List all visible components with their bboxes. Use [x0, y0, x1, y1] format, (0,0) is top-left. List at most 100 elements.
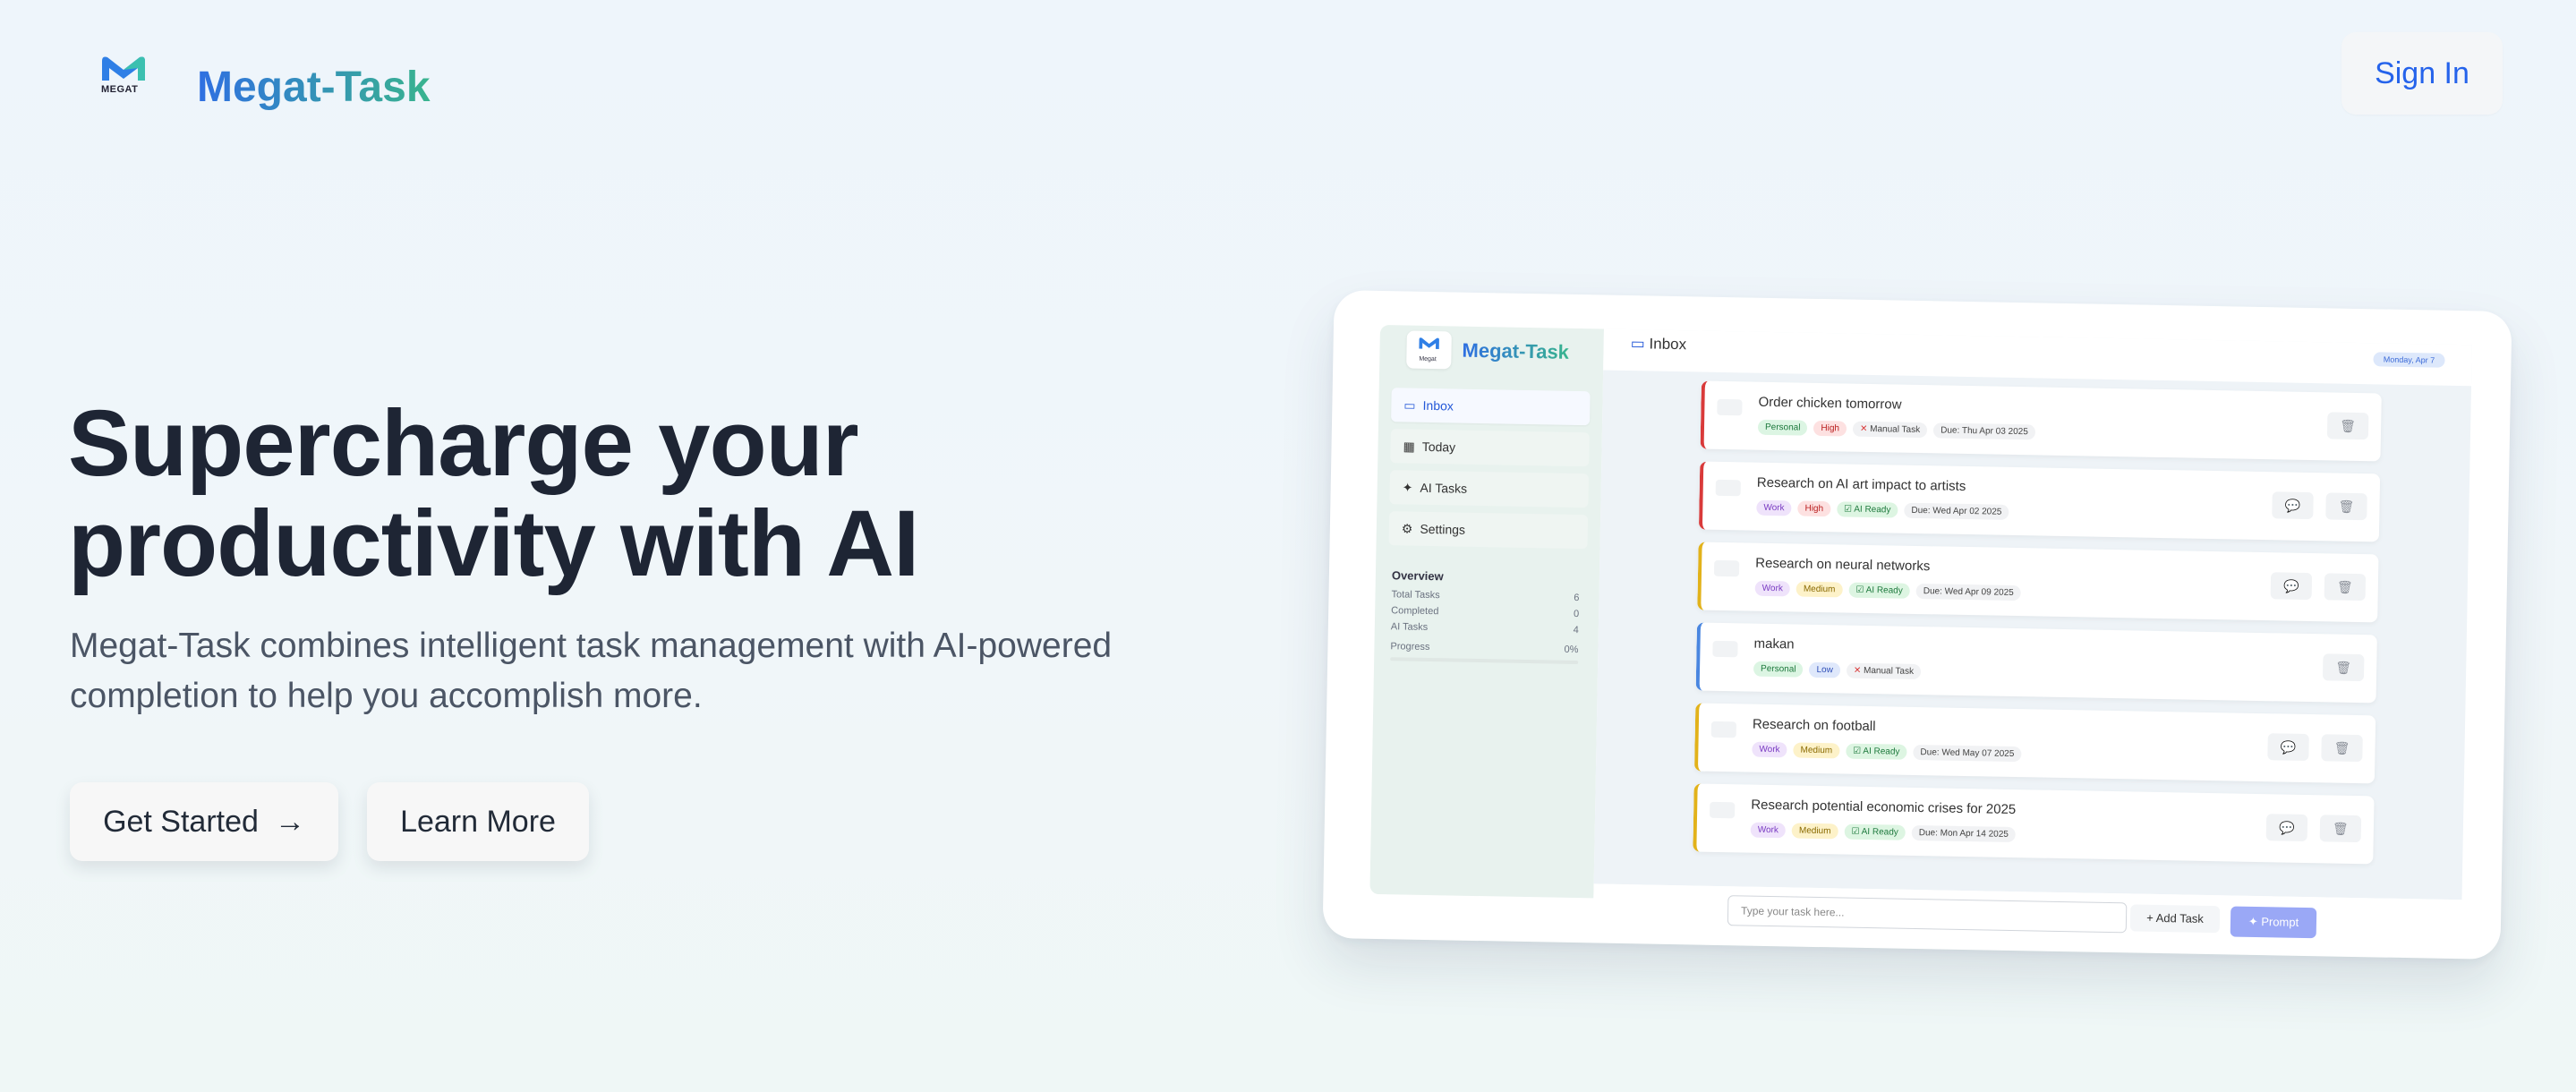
check-icon: ☑ [1843, 504, 1855, 515]
progress-value: 0% [1564, 644, 1579, 656]
progress-bar [1390, 657, 1579, 665]
task-card: Research potential economic crises for 2… [1693, 783, 2375, 865]
hero-subtitle: Megat-Task combines intelligent task man… [70, 627, 1113, 715]
task-card: Research on AI art impact to artists Wor… [1698, 461, 2381, 542]
tag-due: Due: Wed Apr 02 2025 [1904, 502, 2009, 520]
preview-sidebar: Megat Megat-Task ▭ Inbox ▦ Today ✦ AI Tasks… [1369, 324, 1604, 899]
tag-type-label: Manual Task [1863, 665, 1915, 677]
preview-main: ▭ Inbox Monday, Apr 7 Order chicken tomo… [1593, 328, 2472, 900]
preview-nav: ▭ Inbox ▦ Today ✦ AI Tasks ⚙ Settings [1388, 388, 1591, 556]
task-title: Research on neural networks [1755, 555, 1931, 575]
tag-priority: Medium [1796, 581, 1843, 598]
preview-logo-icon: Megat [1406, 330, 1452, 370]
overview-value: 0 [1573, 608, 1580, 620]
preview-add-task-button: + Add Task [2129, 904, 2221, 934]
preview-topbar: ▭ Inbox Monday, Apr 7 [1603, 328, 2472, 387]
preview-main-title: ▭ Inbox [1631, 335, 1687, 354]
date-pill: Monday, Apr 7 [2373, 352, 2445, 368]
preview-prompt-button: ✦ Prompt [2230, 906, 2317, 939]
x-icon: ✕ [1859, 423, 1871, 434]
get-started-button[interactable]: Get Started → [70, 782, 338, 861]
tag-due: Due: Wed May 07 2025 [1913, 744, 2022, 763]
task-tags: Personal Low ✕ Manual Task [1753, 661, 1922, 680]
sign-in-button[interactable]: Sign In [2341, 32, 2503, 115]
task-card: Research on football Work Medium ☑ AI Re… [1693, 703, 2376, 784]
tag-type: ✕ Manual Task [1846, 662, 1922, 680]
preview-main-title-text: Inbox [1649, 335, 1687, 354]
sparkle-icon: ✦ [2248, 914, 2262, 929]
learn-more-button[interactable]: Learn More [367, 782, 589, 861]
tag-type-label: AI Ready [1863, 746, 1900, 757]
task-card: Research on neural networks Work Medium … [1697, 542, 2379, 623]
tag-category: Work [1754, 580, 1791, 597]
progress-label: Progress [1390, 641, 1430, 653]
gear-icon: ⚙ [1401, 520, 1413, 536]
tag-priority: Low [1809, 661, 1841, 678]
task-title: Research on AI art impact to artists [1756, 474, 1966, 494]
tag-type-label: AI Ready [1861, 826, 1898, 838]
tag-type: ☑ AI Ready [1845, 743, 1907, 760]
preview-prompt-label: Prompt [2261, 915, 2299, 929]
hero-title: Supercharge your productivity with AI [68, 394, 919, 596]
preview-brand: Megat-Task [1462, 338, 1570, 363]
trash-icon: 🗑 [2324, 573, 2367, 601]
task-title: Order chicken tomorrow [1758, 394, 1902, 413]
comment-icon: 💬 [2265, 814, 2308, 842]
tag-due: Due: Wed Apr 09 2025 [1915, 583, 2021, 601]
preview-nav-label: Today [1421, 439, 1456, 455]
task-title: makan [1753, 636, 1795, 653]
tag-priority: High [1813, 420, 1847, 437]
tag-type: ☑ AI Ready [1848, 582, 1910, 599]
tag-category: Work [1750, 822, 1787, 839]
preview-logo-caption: Megat [1419, 355, 1437, 363]
trash-icon: 🗑 [2326, 412, 2369, 440]
tag-category: Personal [1753, 661, 1804, 678]
overview-label: Completed [1391, 605, 1439, 618]
trash-icon: 🗑 [2322, 653, 2365, 682]
task-tags: Work Medium ☑ AI Ready Due: Wed May 07 2… [1752, 741, 2022, 763]
task-checkbox [1710, 801, 1736, 819]
overview-value: 6 [1574, 592, 1580, 604]
overview-row: Progress 0% [1390, 641, 1578, 655]
task-checkbox [1713, 559, 1740, 577]
overview-row: Total Tasks 6 [1391, 589, 1579, 603]
tag-type-label: AI Ready [1854, 504, 1891, 516]
sparkle-icon: ✦ [1402, 479, 1413, 495]
overview-title: Overview [1391, 568, 1444, 584]
tag-due: Due: Mon Apr 14 2025 [1911, 824, 2017, 843]
preview-nav-label: Inbox [1422, 397, 1454, 414]
tag-due: Due: Thu Apr 03 2025 [1933, 422, 2035, 440]
tag-category: Personal [1757, 419, 1808, 436]
hero-title-line-2: productivity with AI [68, 491, 919, 596]
overview-value: 4 [1573, 624, 1579, 636]
preview-nav-ai-tasks: ✦ AI Tasks [1389, 470, 1590, 508]
comment-icon: 💬 [2272, 491, 2314, 520]
tag-priority: High [1797, 500, 1831, 517]
preview-task-list: Order chicken tomorrow Personal High ✕ M… [1693, 380, 2382, 877]
task-title: Research potential economic crises for 2… [1751, 797, 2017, 818]
logo-caption: MEGAT [101, 84, 139, 95]
preview-nav-inbox: ▭ Inbox [1391, 388, 1591, 426]
tag-category: Work [1756, 499, 1792, 516]
inbox-icon: ▭ [1630, 335, 1650, 353]
tag-type: ☑ AI Ready [1844, 823, 1906, 840]
task-checkbox [1715, 479, 1741, 497]
tag-priority: Medium [1791, 823, 1838, 840]
x-icon: ✕ [1853, 665, 1864, 676]
comment-icon: 💬 [2270, 572, 2313, 601]
check-icon: ☑ [1851, 826, 1862, 837]
tag-priority: Medium [1793, 742, 1840, 759]
trash-icon: 🗑 [2321, 734, 2363, 763]
task-tags: Personal High ✕ Manual Task Due: Thu Apr… [1757, 419, 2035, 440]
overview-label: AI Tasks [1390, 621, 1429, 633]
task-tags: Work Medium ☑ AI Ready Due: Mon Apr 14 2… [1750, 822, 2017, 843]
tag-type-label: AI Ready [1865, 584, 1903, 596]
preview-nav-label: AI Tasks [1420, 480, 1468, 496]
task-title: Research on football [1752, 716, 1876, 735]
overview-row: AI Tasks 4 [1391, 621, 1579, 636]
calendar-icon: ▦ [1403, 438, 1415, 454]
task-tags: Work Medium ☑ AI Ready Due: Wed Apr 09 2… [1754, 580, 2021, 601]
preview-task-input: Type your task here... [1727, 895, 2128, 934]
inbox-icon: ▭ [1403, 397, 1416, 413]
brand-name[interactable]: Megat-Task [197, 63, 431, 112]
